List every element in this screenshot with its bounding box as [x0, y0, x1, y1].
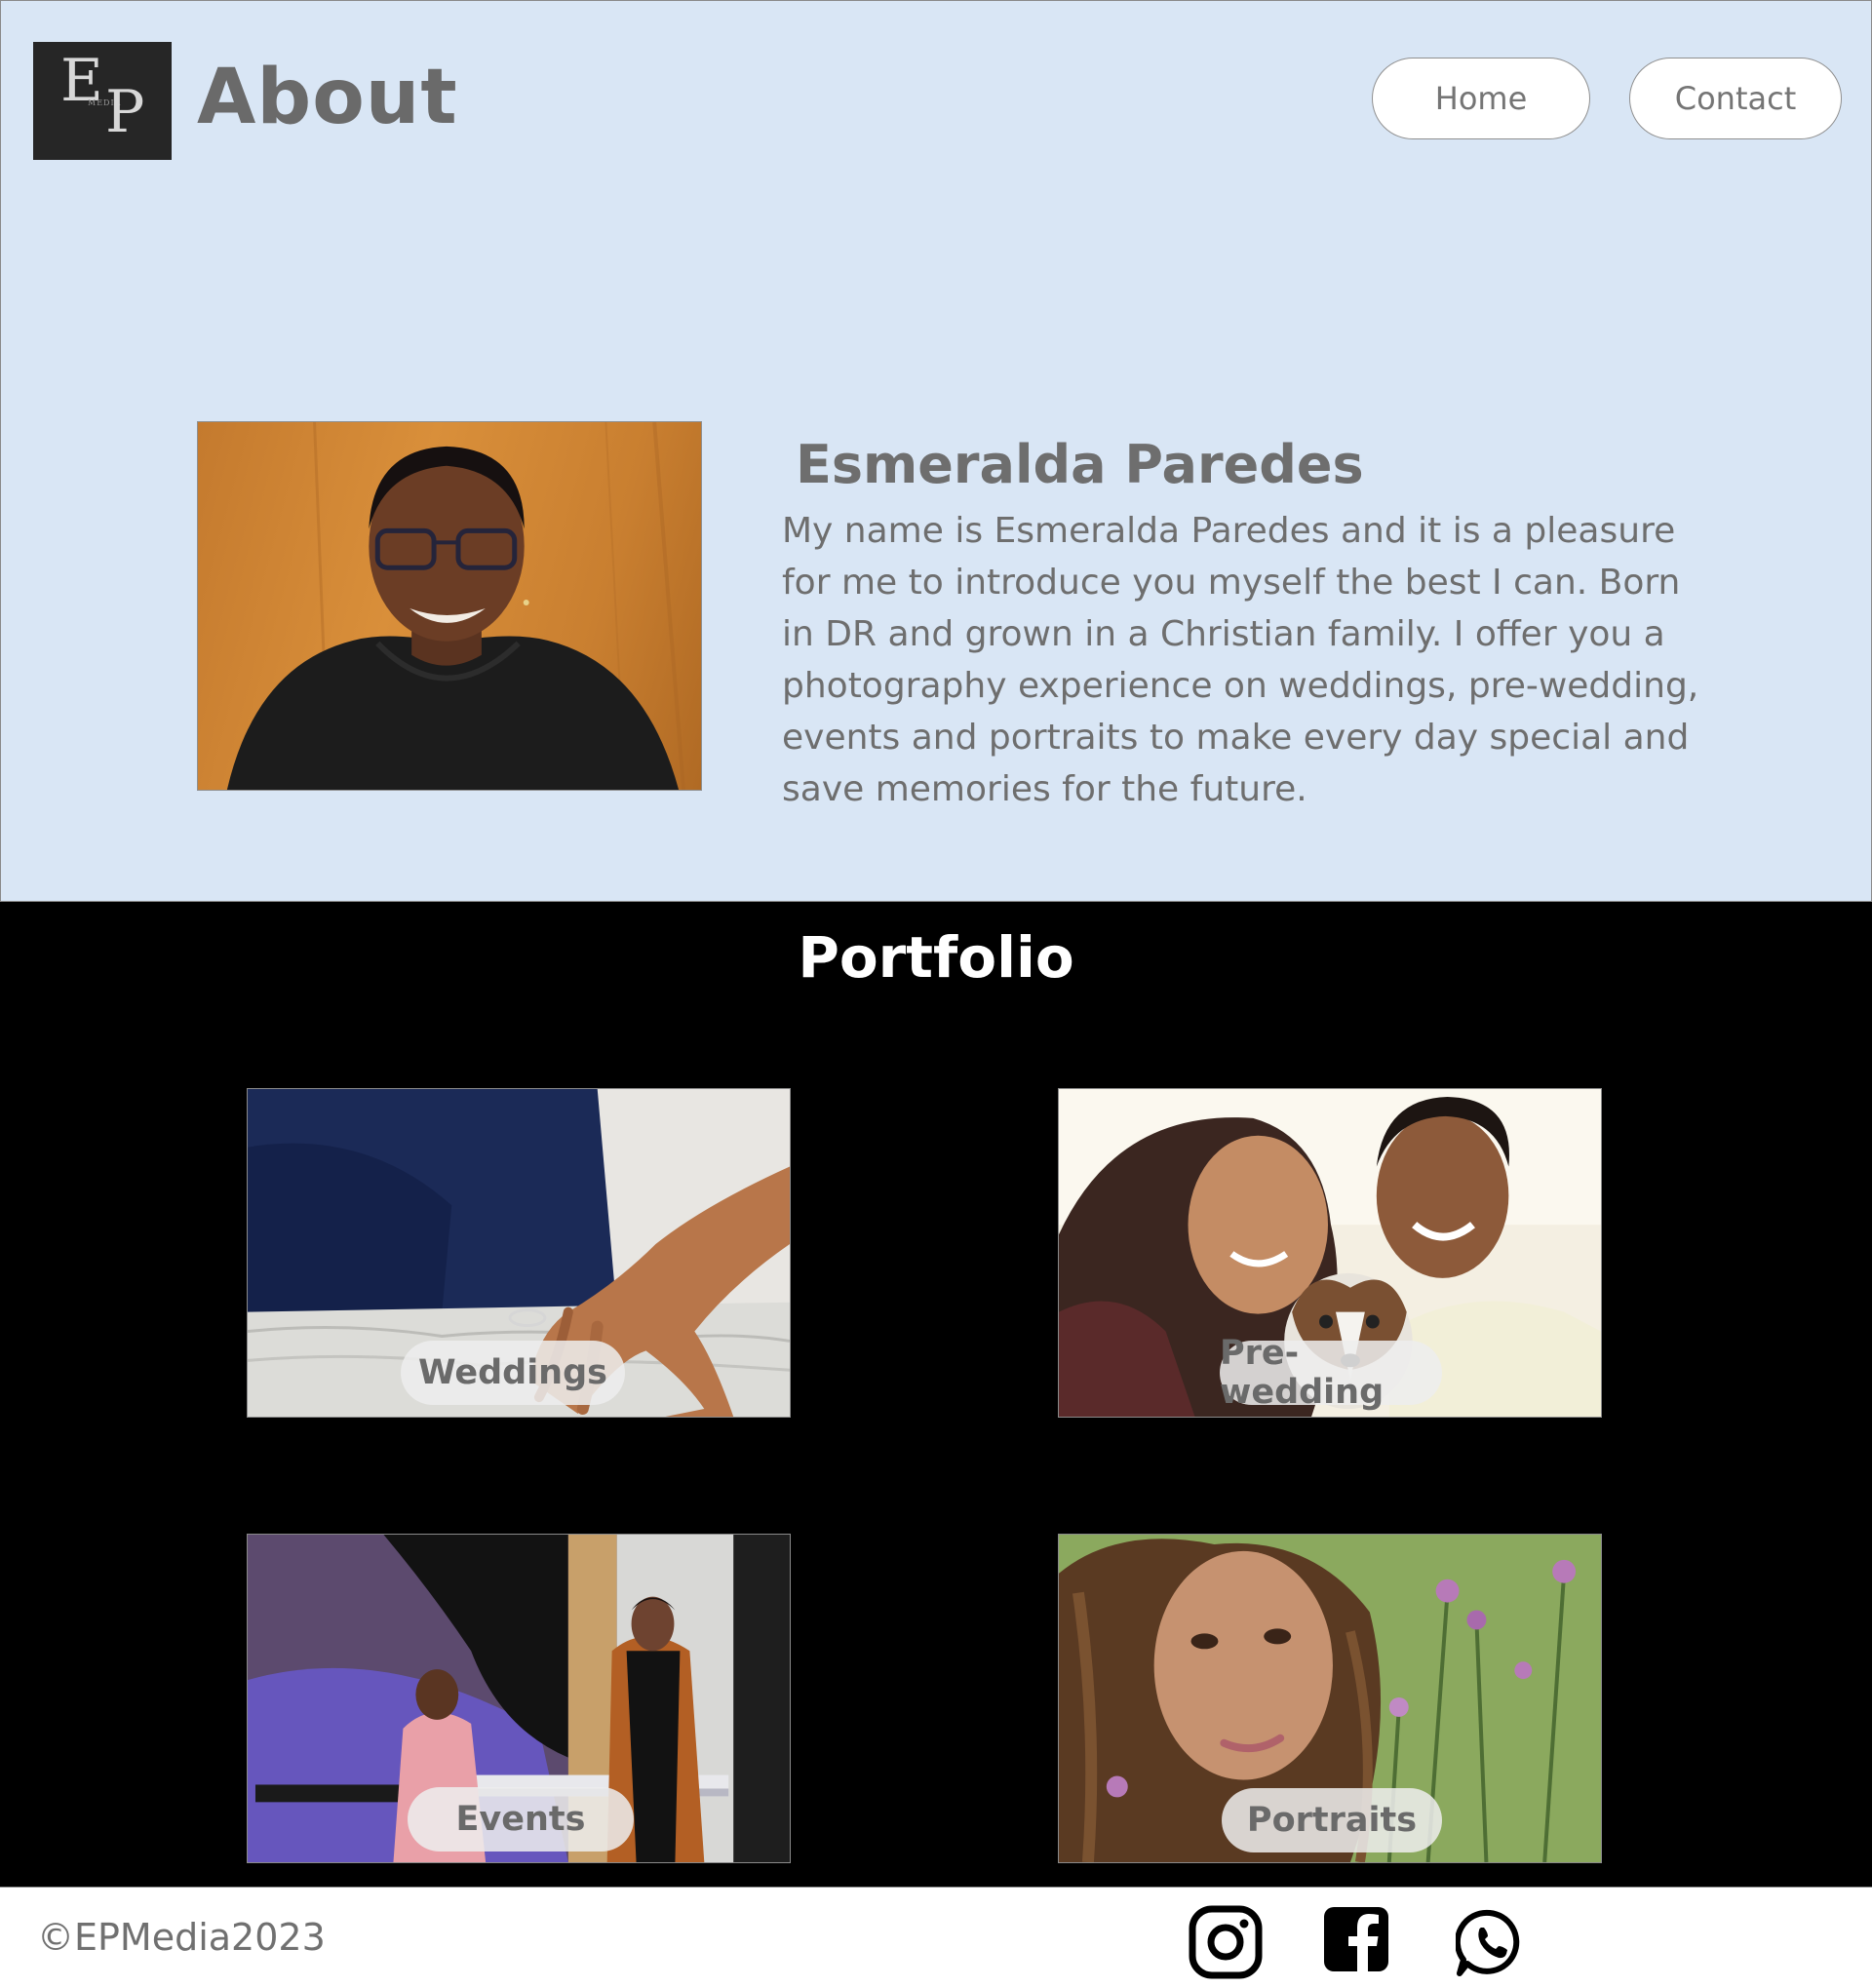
portraits-label: Portraits	[1222, 1788, 1442, 1852]
copyright-text: ©EPMedia2023	[37, 1916, 326, 1959]
profile-photo	[197, 421, 702, 791]
portfolio-section: Portfolio Weddings Pre-wedding Events Po…	[0, 902, 1872, 1887]
profile-bio: My name is Esmeralda Paredes and it is a…	[782, 511, 1699, 809]
portfolio-card-events[interactable]: Events	[247, 1534, 791, 1863]
portfolio-title: Portfolio	[798, 924, 1074, 991]
portfolio-card-weddings[interactable]: Weddings	[247, 1088, 791, 1418]
contact-button[interactable]: Contact	[1629, 58, 1842, 139]
portfolio-card-pre-wedding[interactable]: Pre-wedding	[1058, 1088, 1602, 1418]
ep-logo[interactable]: E MEDIA P	[33, 42, 172, 160]
portfolio-card-portraits[interactable]: Portraits	[1058, 1534, 1602, 1863]
instagram-icon[interactable]	[1189, 1905, 1263, 1979]
weddings-label: Weddings	[401, 1341, 625, 1405]
facebook-icon[interactable]	[1324, 1907, 1388, 1971]
footer: ©EPMedia2023	[0, 1887, 1872, 1988]
whatsapp-icon[interactable]	[1456, 1909, 1524, 1977]
about-section: E MEDIA P About Home Contact Esmeralda P…	[0, 0, 1872, 902]
page-title: About	[197, 54, 458, 141]
pre-wedding-label: Pre-wedding	[1220, 1334, 1442, 1412]
home-button[interactable]: Home	[1372, 58, 1590, 139]
profile-name: Esmeralda Paredes	[796, 434, 1364, 495]
events-label: Events	[408, 1787, 634, 1852]
